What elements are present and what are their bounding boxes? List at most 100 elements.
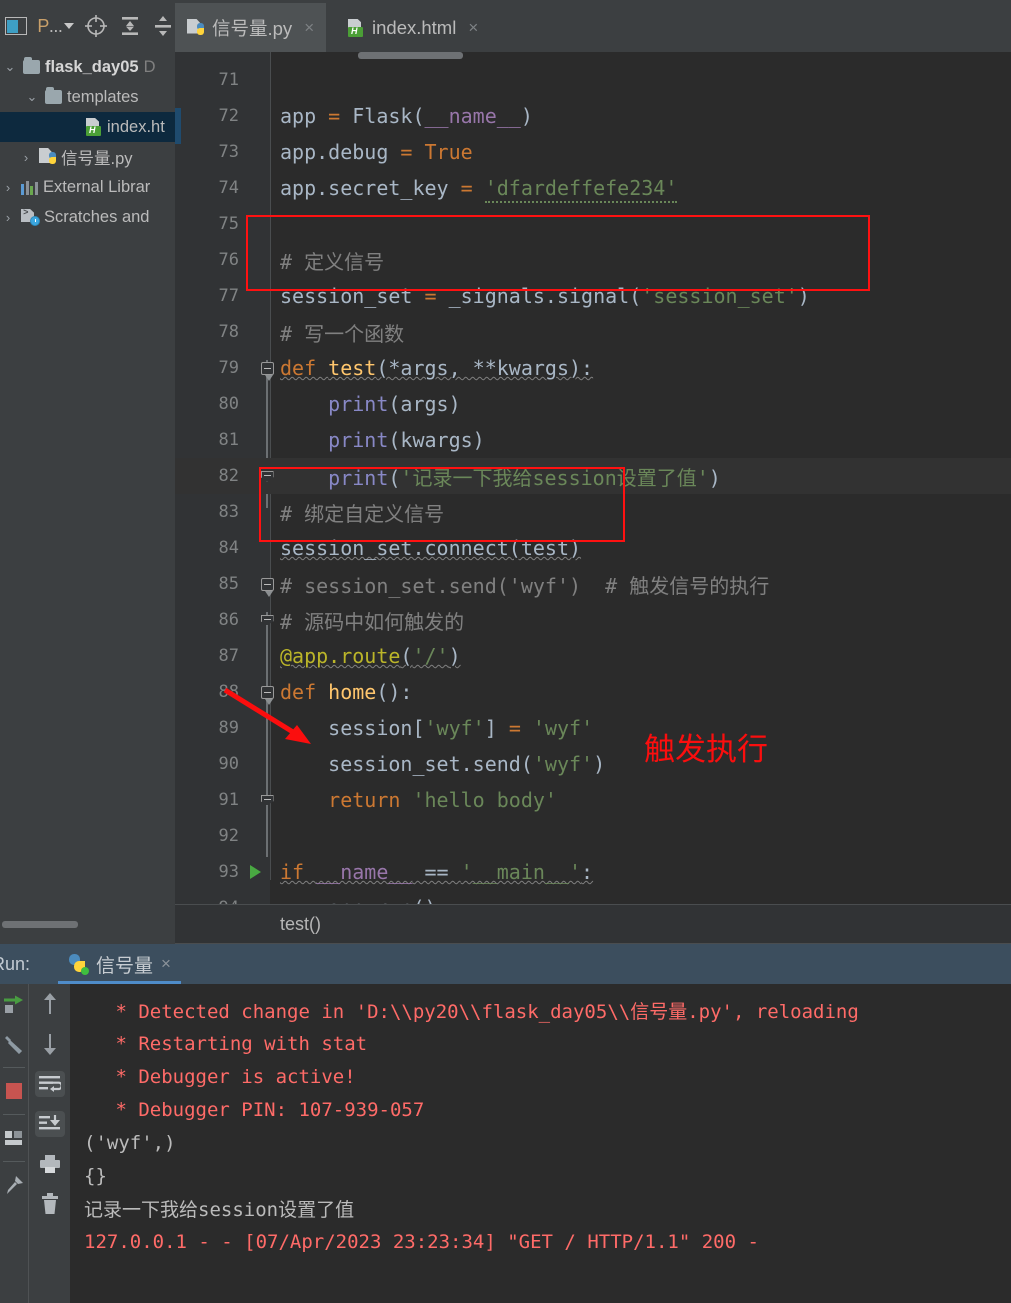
print-icon[interactable] xyxy=(29,1144,71,1184)
folder-icon xyxy=(45,87,62,104)
sidebar-item-external-libraries[interactable]: › External Librar xyxy=(0,172,175,202)
code-line[interactable]: 89 session['wyf'] = 'wyf' xyxy=(175,710,1011,746)
tree-indent-spacer: · xyxy=(64,120,80,135)
code-line[interactable]: 93 if __name__ == '__main__': xyxy=(175,854,1011,890)
console-line: * Debugger is active! xyxy=(104,1065,356,1088)
tab-index-html[interactable]: index.html × xyxy=(335,3,490,52)
locate-icon[interactable] xyxy=(84,13,108,39)
code-line[interactable]: 75 xyxy=(175,206,1011,242)
code-text: app.debug = True xyxy=(280,140,473,164)
code-editor[interactable]: 71 72 app = Flask(__name__) 73 app.debug… xyxy=(175,52,1011,904)
sidebar-item-templates[interactable]: ⌄ templates xyxy=(0,82,175,112)
pin-icon[interactable] xyxy=(0,1165,28,1205)
line-number: 84 xyxy=(218,538,239,558)
code-line[interactable]: 76 # 定义信号 xyxy=(175,242,1011,278)
settings-wrench-icon[interactable] xyxy=(0,1024,28,1064)
tab-xinhaoliang-py[interactable]: 信号量.py × xyxy=(175,3,327,52)
breadcrumb[interactable]: test() xyxy=(175,904,1011,944)
run-line-icon[interactable] xyxy=(247,854,263,890)
project-window-icon[interactable] xyxy=(4,13,27,39)
fold-toggle-icon[interactable] xyxy=(259,350,275,386)
code-line[interactable]: 80 print(args) xyxy=(175,386,1011,422)
code-line[interactable]: 74 app.secret_key = 'dfardeffefe234' xyxy=(175,170,1011,206)
fold-end-icon[interactable] xyxy=(259,782,275,818)
rerun-icon[interactable] xyxy=(0,984,28,1024)
line-number: 71 xyxy=(218,70,239,90)
fold-end-icon[interactable] xyxy=(259,602,275,638)
code-line[interactable]: 94 app.run() xyxy=(175,890,1011,904)
scroll-to-end-icon[interactable] xyxy=(29,1104,71,1144)
run-actions-toolbar xyxy=(0,984,28,1303)
code-line[interactable]: 81 print(kwargs) xyxy=(175,422,1011,458)
html-file-icon xyxy=(347,18,364,37)
up-arrow-icon[interactable] xyxy=(29,984,71,1024)
fold-toggle-icon[interactable] xyxy=(259,674,275,710)
run-tab-xinhaoliang[interactable]: 信号量 × xyxy=(58,944,181,984)
code-line[interactable]: 90 session_set.send('wyf') xyxy=(175,746,1011,782)
code-line[interactable]: 86 # 源码中如何触发的 xyxy=(175,602,1011,638)
layout-icon[interactable] xyxy=(0,1118,28,1158)
close-icon[interactable]: × xyxy=(304,18,314,38)
code-line[interactable]: 88 def home(): xyxy=(175,674,1011,710)
code-line[interactable]: 82 print('记录一下我给session设置了值') xyxy=(175,458,1011,494)
code-line[interactable]: 91 return 'hello body' xyxy=(175,782,1011,818)
sidebar-item-xinhaoliang-py[interactable]: › 信号量.py xyxy=(0,142,175,172)
line-number: 77 xyxy=(218,286,239,306)
collapse-all-icon[interactable] xyxy=(118,13,141,39)
project-selector[interactable]: P... xyxy=(37,15,75,37)
chevron-down-icon[interactable]: ⌄ xyxy=(2,59,18,75)
sidebar-item-label: index.ht xyxy=(107,117,165,136)
code-line[interactable]: 78 # 写一个函数 xyxy=(175,314,1011,350)
console-line: {} xyxy=(84,1164,107,1187)
fold-end-icon[interactable] xyxy=(259,458,275,494)
sidebar-item-index-html[interactable]: · index.ht xyxy=(0,112,175,142)
code-line[interactable]: 83 # 绑定自定义信号 xyxy=(175,494,1011,530)
chevron-right-icon[interactable]: › xyxy=(0,180,16,195)
soft-wrap-icon[interactable] xyxy=(29,1064,71,1104)
close-icon[interactable]: × xyxy=(468,18,478,38)
code-line[interactable]: 84 session_set.connect(test) xyxy=(175,530,1011,566)
code-text: app.run() xyxy=(280,896,436,904)
chevron-right-icon[interactable]: › xyxy=(18,150,34,165)
code-line[interactable]: 73 app.debug = True xyxy=(175,134,1011,170)
run-tool-window-header: Run: 信号量 × xyxy=(0,944,1011,984)
down-arrow-icon[interactable] xyxy=(29,1024,71,1064)
trash-icon[interactable] xyxy=(29,1184,71,1224)
chevron-down-icon[interactable]: ⌄ xyxy=(24,89,40,105)
code-line[interactable]: 72 app = Flask(__name__) xyxy=(175,98,1011,134)
toolbar-divider xyxy=(3,1114,25,1115)
editor-top-scroll-indicator[interactable] xyxy=(358,52,463,59)
code-line[interactable]: 92 xyxy=(175,818,1011,854)
line-number: 90 xyxy=(218,754,239,774)
code-line[interactable]: 87 @app.route('/') xyxy=(175,638,1011,674)
code-text: app = Flask(__name__) xyxy=(280,104,533,128)
toolbar-divider xyxy=(3,1067,25,1068)
run-tab-label: 信号量 xyxy=(96,955,154,977)
line-number: 83 xyxy=(218,502,239,522)
code-line[interactable]: 71 xyxy=(175,62,1011,98)
sidebar-horizontal-scrollbar[interactable] xyxy=(2,921,78,928)
project-selector-dots: ... xyxy=(48,15,63,36)
chevron-right-icon[interactable]: › xyxy=(0,210,16,225)
expand-all-icon[interactable] xyxy=(152,13,175,39)
console-line: 记录一下我给session设置了值 xyxy=(84,1199,355,1221)
code-line[interactable]: 79 def test(*args, **kwargs): xyxy=(175,350,1011,386)
project-tree[interactable]: ⌄ flask_day05 D ⌄ templates · index.ht ›… xyxy=(0,52,175,928)
stop-icon[interactable] xyxy=(0,1071,28,1111)
code-line[interactable]: 77 session_set = _signals.signal('sessio… xyxy=(175,278,1011,314)
code-text: session_set.send('wyf') xyxy=(280,752,606,776)
sidebar-item-label: External Librar xyxy=(43,177,151,196)
console-output[interactable]: * Detected change in 'D:\\py20\\flask_da… xyxy=(70,984,1011,1303)
sidebar-item-scratches[interactable]: › Scratches and xyxy=(0,202,175,232)
line-number: 93 xyxy=(218,862,239,882)
sidebar-item-flask_day05[interactable]: ⌄ flask_day05 D xyxy=(0,52,175,82)
fold-toggle-icon[interactable] xyxy=(259,566,275,602)
code-text: def home(): xyxy=(280,680,413,704)
editor-tab-bar: 信号量.py × index.html × xyxy=(175,0,1011,52)
breadcrumb-label: test() xyxy=(280,913,322,934)
code-line[interactable]: 85 # session_set.send('wyf') # 触发信号的执行 xyxy=(175,566,1011,602)
close-icon[interactable]: × xyxy=(161,954,171,974)
python-run-config-icon xyxy=(68,954,90,975)
line-number: 86 xyxy=(218,610,239,630)
folder-icon xyxy=(23,57,40,74)
